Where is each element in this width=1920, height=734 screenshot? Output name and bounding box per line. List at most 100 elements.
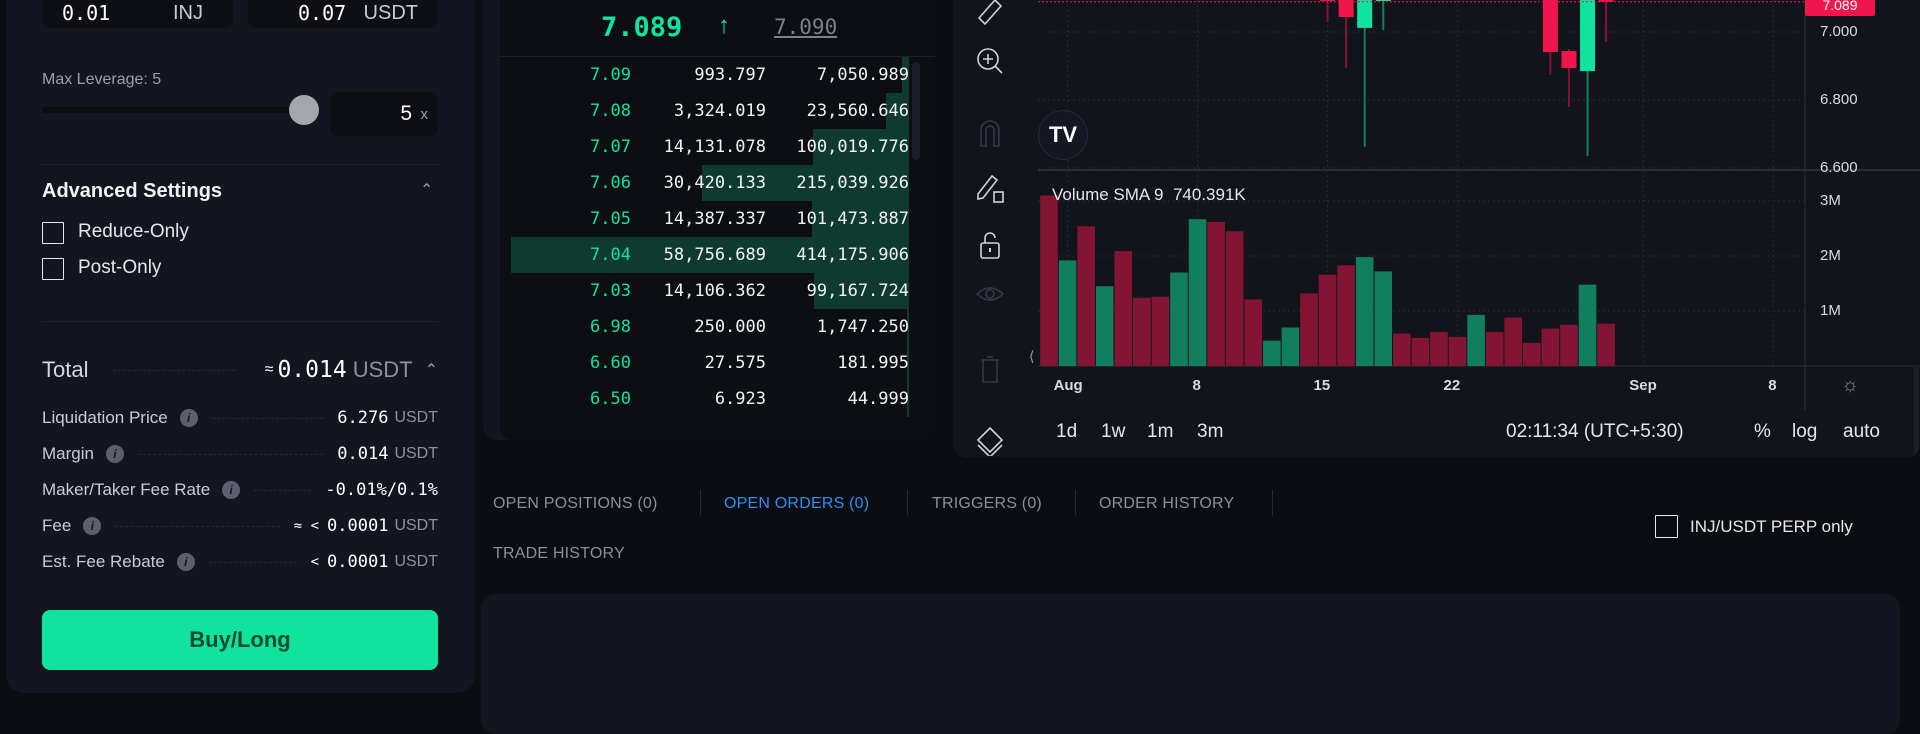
row-price: 7.04 xyxy=(590,245,631,265)
tab-divider xyxy=(700,490,701,516)
row-total: 181.995 xyxy=(837,353,909,373)
leverage-slider-track[interactable] xyxy=(42,107,312,113)
row-price: 7.07 xyxy=(590,137,631,157)
info-icon[interactable]: i xyxy=(222,481,241,499)
candle xyxy=(1357,0,1373,147)
quantity-input[interactable]: 0.01 INJ xyxy=(42,0,233,28)
info-icon[interactable]: i xyxy=(83,517,102,535)
interval-1w[interactable]: 1w xyxy=(1101,421,1125,443)
market-filter-label: INJ/USDT PERP only xyxy=(1690,517,1853,536)
buy-long-label: Buy/Long xyxy=(189,627,291,652)
interval-3m[interactable]: 3m xyxy=(1197,421,1223,443)
mark-price[interactable]: 7.090 xyxy=(774,15,837,39)
volume-bar xyxy=(1597,323,1615,366)
volume-bar xyxy=(1207,221,1225,366)
detail-row: Margin i 0.014 USDT xyxy=(42,442,438,466)
orderbook-row[interactable]: 7.09 993.797 7,050.989 xyxy=(511,57,909,93)
orderbook-row[interactable]: 6.98 250.000 1,747.250 xyxy=(511,309,909,345)
detail-label: Margin xyxy=(42,444,94,463)
market-filter-checkbox[interactable] xyxy=(1655,515,1678,538)
date-tick-label: Aug xyxy=(1053,377,1083,394)
row-price: 6.98 xyxy=(590,317,631,337)
orderbook-row[interactable]: 7.05 14,387.337 101,473.887 xyxy=(511,201,909,237)
detail-unit: USDT xyxy=(394,445,438,462)
price-tick-label: 7.000 xyxy=(1820,23,1858,40)
total-label: Total xyxy=(42,357,89,382)
detail-label: Fee xyxy=(42,516,72,535)
volume-bar xyxy=(1578,284,1597,366)
eye-icon[interactable] xyxy=(975,282,1005,312)
max-leverage-label: Max Leverage: 5 xyxy=(42,71,162,88)
detail-unit: USDT xyxy=(394,553,438,570)
settings-gear-icon[interactable]: ☼ xyxy=(1841,374,1859,397)
buy-long-button[interactable]: Buy/Long xyxy=(42,610,438,670)
volume-legend: Volume SMA 9 740.391K xyxy=(1052,185,1246,205)
orderbook-row[interactable]: 7.07 14,131.078 100,019.776 xyxy=(511,129,909,165)
interval-1d[interactable]: 1d xyxy=(1056,421,1077,443)
orderbook-row[interactable]: 7.04 58,756.689 414,175.906 xyxy=(511,237,909,273)
log-scale-toggle[interactable]: log xyxy=(1792,421,1817,443)
volume-bar xyxy=(1040,195,1058,366)
date-tick-label: Sep xyxy=(1629,377,1657,394)
orderbook-row[interactable]: 6.50 6.923 44.999 xyxy=(511,381,909,417)
detail-row: Maker/Taker Fee Rate i -0.01%/0.1% xyxy=(42,478,438,502)
ruler-icon[interactable] xyxy=(975,0,1005,26)
pencil-lock-icon[interactable] xyxy=(975,172,1005,203)
date-tick-label: 15 xyxy=(1313,377,1331,394)
orderbook-row[interactable]: 6.60 27.575 181.995 xyxy=(511,345,909,381)
advanced-settings-heading[interactable]: Advanced Settings xyxy=(42,180,222,203)
divider xyxy=(42,164,438,165)
post-only-checkbox[interactable] xyxy=(42,258,64,280)
page-scrollbar[interactable] xyxy=(1914,365,1919,458)
reduce-only-checkbox[interactable] xyxy=(42,222,64,244)
tradingview-logo[interactable]: TV xyxy=(1038,110,1088,160)
collapse-toolbar-icon[interactable]: ⟨ xyxy=(1029,348,1034,365)
volume-bar xyxy=(1170,272,1188,366)
orderbook-scrollbar[interactable] xyxy=(912,62,920,160)
row-amount: 250.000 xyxy=(694,317,766,337)
trash-icon[interactable] xyxy=(975,354,1005,384)
leverage-slider-thumb[interactable] xyxy=(289,95,319,125)
volume-bar xyxy=(1077,226,1095,366)
price-tick-label: 6.800 xyxy=(1820,91,1858,108)
volume-tick-label: 3M xyxy=(1820,192,1841,209)
tab-trade-history[interactable]: TRADE HISTORY xyxy=(493,545,625,563)
row-amount: 3,324.019 xyxy=(673,101,766,121)
chart-clock[interactable]: 02:11:34 (UTC+5:30) xyxy=(1506,421,1684,443)
volume-bar xyxy=(1374,271,1393,366)
date-tick-label: 8 xyxy=(1192,377,1201,394)
row-price: 7.09 xyxy=(590,65,631,85)
chart-plot[interactable] xyxy=(1038,0,1920,410)
percent-scale-toggle[interactable]: % xyxy=(1754,421,1771,443)
info-icon[interactable]: i xyxy=(179,409,198,427)
leverage-input[interactable]: 5 x xyxy=(330,92,438,136)
orderbook-row[interactable]: 7.08 3,324.019 23,560.646 xyxy=(511,93,909,129)
chevron-up-icon[interactable]: ⌃ xyxy=(425,360,438,380)
tab-divider xyxy=(1272,490,1273,516)
last-price-label: 7.089 xyxy=(1805,0,1875,16)
volume-bar xyxy=(1560,324,1578,366)
info-icon[interactable]: i xyxy=(176,553,195,571)
zoom-in-icon[interactable] xyxy=(975,46,1005,76)
tab-triggers[interactable]: TRIGGERS (0) xyxy=(932,495,1042,513)
tab-order-history[interactable]: ORDER HISTORY xyxy=(1099,495,1234,513)
info-icon[interactable]: i xyxy=(105,445,124,463)
orderbook-row[interactable]: 7.03 14,106.362 99,167.724 xyxy=(511,273,909,309)
magnet-icon[interactable] xyxy=(975,118,1005,148)
tab-open-positions[interactable]: OPEN POSITIONS (0) xyxy=(493,495,658,513)
price-tick-label: 6.600 xyxy=(1820,159,1858,176)
unlock-icon[interactable] xyxy=(975,230,1005,260)
auto-scale-toggle[interactable]: auto xyxy=(1843,421,1880,443)
row-price: 6.60 xyxy=(590,353,631,373)
volume-bar xyxy=(1393,333,1411,366)
leverage-value: 5 xyxy=(400,102,412,125)
detail-unit: USDT xyxy=(394,517,438,534)
interval-1m[interactable]: 1m xyxy=(1147,421,1173,443)
chevron-up-icon[interactable]: ⌃ xyxy=(420,180,433,200)
detail-value: 0.0001 xyxy=(327,516,389,536)
orderbook-row[interactable]: 7.06 30,420.133 215,039.926 xyxy=(511,165,909,201)
price-total-input[interactable]: 0.07 USDT xyxy=(248,0,438,28)
tab-open-orders[interactable]: OPEN ORDERS (0) xyxy=(724,495,869,513)
detail-row: Est. Fee Rebate i < 0.0001 USDT xyxy=(42,550,438,574)
tab-divider xyxy=(907,490,908,516)
